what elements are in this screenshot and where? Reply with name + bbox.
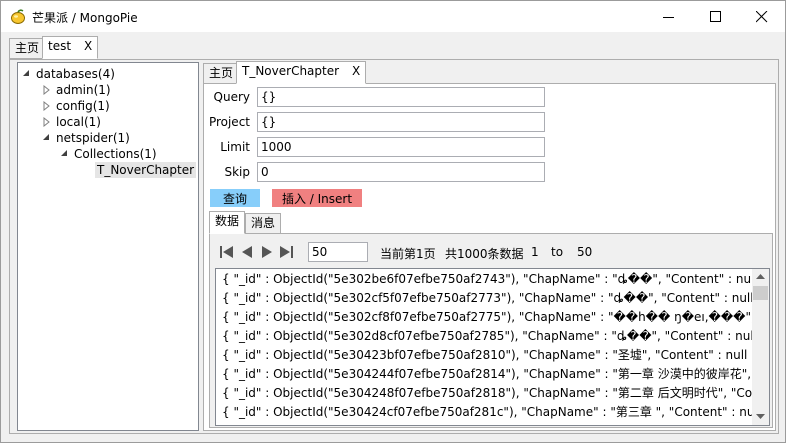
tree-node-config[interactable]: config(1) bbox=[42, 98, 110, 114]
tree-node-label: netspider(1) bbox=[56, 131, 130, 145]
maximize-button[interactable] bbox=[693, 1, 739, 32]
tab-t-noverchapter[interactable]: T_NoverChapter X bbox=[236, 61, 367, 84]
tree-node-label: T_NoverChapter bbox=[97, 163, 195, 177]
tree-node-label: databases(4) bbox=[36, 67, 115, 81]
collapsed-arrow-icon[interactable] bbox=[42, 117, 52, 127]
database-tree: databases(4) admin(1) config(1) local(1)… bbox=[17, 62, 199, 431]
scroll-down-arrow-icon[interactable] bbox=[756, 414, 765, 420]
minimize-icon bbox=[663, 17, 674, 18]
collapsed-arrow-icon[interactable] bbox=[42, 85, 52, 95]
tab-messages-label: 消息 bbox=[251, 216, 276, 230]
project-input[interactable] bbox=[257, 112, 545, 132]
project-label: Project bbox=[208, 115, 250, 129]
tab-test-label: test bbox=[48, 39, 72, 53]
tree-node-label: admin(1) bbox=[56, 83, 111, 97]
collapsed-arrow-icon[interactable] bbox=[42, 101, 52, 111]
page-size-input[interactable] bbox=[308, 242, 368, 262]
expanded-arrow-icon[interactable] bbox=[42, 133, 52, 143]
range-to: 50 bbox=[577, 245, 593, 259]
app-window: 芒果派 / MongoPie 主页 test X databases(4) adm… bbox=[0, 0, 786, 443]
minimize-button[interactable] bbox=[646, 1, 692, 32]
insert-button[interactable]: 插入 / Insert bbox=[272, 189, 362, 207]
title-bar: 芒果派 / MongoPie bbox=[1, 1, 785, 32]
tab-collection-home-label: 主页 bbox=[209, 66, 234, 80]
tree-node-label: Collections(1) bbox=[74, 147, 157, 161]
tab-test-close-button[interactable]: X bbox=[84, 39, 92, 53]
tree-node-label: local(1) bbox=[56, 115, 101, 129]
current-page-text: 当前第1页 bbox=[380, 247, 436, 261]
result-row[interactable]: { "_id" : ObjectId("5e304248f07efbe750af… bbox=[222, 383, 762, 403]
tab-home[interactable]: 主页 bbox=[9, 38, 46, 59]
collection-view: 主页 T_NoverChapter X Query Project Limit S… bbox=[203, 61, 776, 432]
expanded-arrow-icon[interactable] bbox=[22, 69, 32, 79]
result-row[interactable]: { "_id" : ObjectId("5e30423bf07efbe750af… bbox=[222, 345, 762, 365]
results-list[interactable]: { "_id" : ObjectId("5e302be6f07efbe750af… bbox=[215, 268, 770, 426]
skip-input[interactable] bbox=[257, 162, 545, 182]
first-page-icon[interactable] bbox=[220, 246, 234, 258]
mango-app-icon bbox=[11, 9, 25, 24]
collection-panel: Query Project Limit Skip 查询 插入 / Insert … bbox=[203, 83, 776, 431]
scrollbar-thumb[interactable] bbox=[753, 286, 768, 300]
expanded-arrow-icon[interactable] bbox=[60, 149, 70, 159]
query-button[interactable]: 查询 bbox=[210, 189, 260, 207]
previous-page-icon[interactable] bbox=[241, 246, 253, 258]
limit-input[interactable] bbox=[257, 137, 545, 157]
next-page-icon[interactable] bbox=[261, 246, 273, 258]
skip-label: Skip bbox=[224, 165, 250, 179]
close-button[interactable] bbox=[739, 1, 785, 32]
tab-data[interactable]: 数据 bbox=[209, 211, 246, 234]
tree-node-local[interactable]: local(1) bbox=[42, 114, 101, 130]
tab-home-label: 主页 bbox=[15, 41, 40, 55]
tree-node-netspider[interactable]: netspider(1) bbox=[42, 130, 130, 146]
tab-messages[interactable]: 消息 bbox=[245, 213, 282, 234]
pager: 当前第1页 共1000条数据 1 to 50 bbox=[220, 242, 760, 262]
close-icon bbox=[756, 11, 768, 23]
result-row[interactable]: { "_id" : ObjectId("5e30424cf07efbe750af… bbox=[222, 402, 762, 422]
tab-data-label: 数据 bbox=[215, 214, 240, 228]
tab-collection-home[interactable]: 主页 bbox=[203, 63, 240, 84]
tree-node-databases[interactable]: databases(4) bbox=[22, 66, 115, 82]
range-to-label: to bbox=[551, 245, 564, 259]
tree-node-t-noverchapter[interactable]: T_NoverChapter bbox=[95, 162, 197, 178]
results-scrollbar[interactable] bbox=[752, 269, 769, 425]
range-from: 1 bbox=[531, 245, 539, 259]
maximize-icon bbox=[710, 11, 721, 22]
outer-tab-panel: databases(4) admin(1) config(1) local(1)… bbox=[9, 59, 779, 434]
total-records-text: 共1000条数据 bbox=[445, 247, 524, 261]
result-row[interactable]: { "_id" : ObjectId("5e302cf8f07efbe750af… bbox=[222, 307, 762, 327]
result-row[interactable]: { "_id" : ObjectId("5e302cf5f07efbe750af… bbox=[222, 288, 762, 308]
result-row[interactable]: { "_id" : ObjectId("5e304244f07efbe750af… bbox=[222, 364, 762, 384]
tree-node-label: config(1) bbox=[56, 99, 110, 113]
tree-node-collections[interactable]: Collections(1) bbox=[60, 146, 157, 162]
result-row[interactable]: { "_id" : ObjectId("5e302d8cf07efbe750af… bbox=[222, 326, 762, 346]
query-label: Query bbox=[213, 90, 250, 104]
tree-node-admin[interactable]: admin(1) bbox=[42, 82, 111, 98]
query-input[interactable] bbox=[257, 87, 545, 107]
result-row[interactable]: { "_id" : ObjectId("5e302be6f07efbe750af… bbox=[222, 269, 762, 289]
scroll-up-arrow-icon[interactable] bbox=[756, 274, 765, 280]
data-panel: 当前第1页 共1000条数据 1 to 50 { "_id" : ObjectI… bbox=[209, 233, 773, 428]
tab-t-noverchapter-label: T_NoverChapter bbox=[242, 64, 340, 78]
limit-label: Limit bbox=[220, 140, 250, 154]
tab-t-noverchapter-close-button[interactable]: X bbox=[352, 64, 360, 78]
tab-test[interactable]: test X bbox=[42, 36, 99, 59]
last-page-icon[interactable] bbox=[280, 246, 294, 258]
window-title: 芒果派 / MongoPie bbox=[32, 11, 138, 25]
